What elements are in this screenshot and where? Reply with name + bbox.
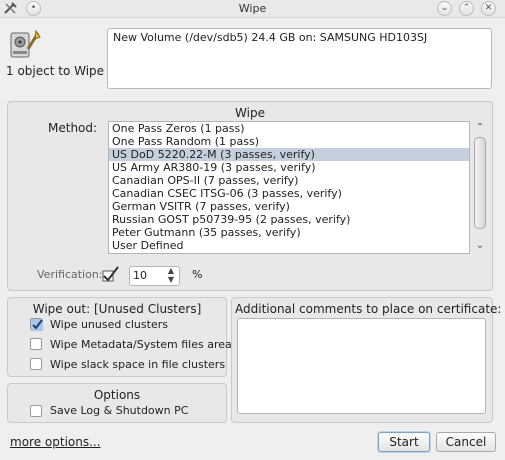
save-log-shutdown-checkbox[interactable] xyxy=(30,405,42,417)
verification-label: Verification: xyxy=(37,268,103,281)
comments-label: Additional comments to place on certific… xyxy=(235,302,502,316)
method-list-item[interactable]: User Defined xyxy=(109,239,469,252)
wipe-out-title: Wipe out: [Unused Clusters] xyxy=(32,302,202,316)
verification-unit: % xyxy=(192,268,203,281)
more-options-link[interactable]: more options... xyxy=(10,435,101,449)
close-icon[interactable]: ✕ xyxy=(481,1,496,16)
wipe-metadata-checkbox[interactable] xyxy=(30,338,42,350)
method-list-scrollbar[interactable] xyxy=(474,137,486,229)
method-list[interactable]: One Pass Zeros (1 pass) One Pass Random (… xyxy=(108,121,470,254)
wipe-slack-space-label[interactable]: Wipe slack space in file clusters xyxy=(50,358,225,371)
method-list-item[interactable]: Canadian OPS-II (7 passes, verify) xyxy=(109,174,469,187)
minimize-icon[interactable]: ⌄ xyxy=(437,1,452,16)
scroll-up-arrow-icon[interactable]: ⌃ xyxy=(473,122,487,134)
method-list-item[interactable]: German VSITR (7 passes, verify) xyxy=(109,200,469,213)
tools-icon[interactable] xyxy=(3,1,18,16)
start-button[interactable]: Start xyxy=(378,432,430,452)
save-log-shutdown-label[interactable]: Save Log & Shutdown PC xyxy=(50,404,188,417)
scroll-down-arrow-icon[interactable]: ⌄ xyxy=(473,240,487,252)
target-description-box[interactable]: New Volume (/dev/sdb5) 24.4 GB on: SAMSU… xyxy=(107,28,492,89)
wipe-metadata-label[interactable]: Wipe Metadata/System files area xyxy=(50,338,232,351)
maximize-icon[interactable]: ⌃ xyxy=(459,1,474,16)
comments-textarea[interactable] xyxy=(237,318,486,414)
method-list-item[interactable]: Peter Gutmann (35 passes, verify) xyxy=(109,226,469,239)
object-count-label: 1 object to Wipe xyxy=(6,64,105,78)
method-list-item[interactable]: One Pass Random (1 pass) xyxy=(109,135,469,148)
window-title: Wipe xyxy=(238,2,267,15)
verification-check-icon xyxy=(101,265,121,283)
spin-arrows-icon[interactable]: ▲ ▼ xyxy=(164,266,178,286)
options-title: Options xyxy=(93,388,141,402)
wipe-unused-clusters-label[interactable]: Wipe unused clusters xyxy=(50,318,168,331)
method-list-item[interactable]: One Pass Zeros (1 pass) xyxy=(109,122,469,135)
method-list-item[interactable]: Canadian CSEC ITSG-06 (3 passes, verify) xyxy=(109,187,469,200)
wipe-unused-clusters-checkbox[interactable] xyxy=(30,318,43,331)
pin-icon[interactable]: • xyxy=(26,1,41,16)
wipe-group-title: Wipe xyxy=(235,106,265,120)
verification-value[interactable]: 10 xyxy=(133,269,147,282)
method-list-item[interactable]: US Army AR380-19 (3 passes, verify) xyxy=(109,161,469,174)
wipe-slack-space-checkbox[interactable] xyxy=(30,358,42,370)
method-list-item[interactable]: US DoD 5220.22-M (3 passes, verify) xyxy=(109,148,469,161)
cancel-button[interactable]: Cancel xyxy=(436,432,496,452)
drive-wipe-icon xyxy=(8,27,42,61)
method-list-item[interactable]: Russian GOST p50739-95 (2 passes, verify… xyxy=(109,213,469,226)
method-label: Method: xyxy=(48,121,98,135)
